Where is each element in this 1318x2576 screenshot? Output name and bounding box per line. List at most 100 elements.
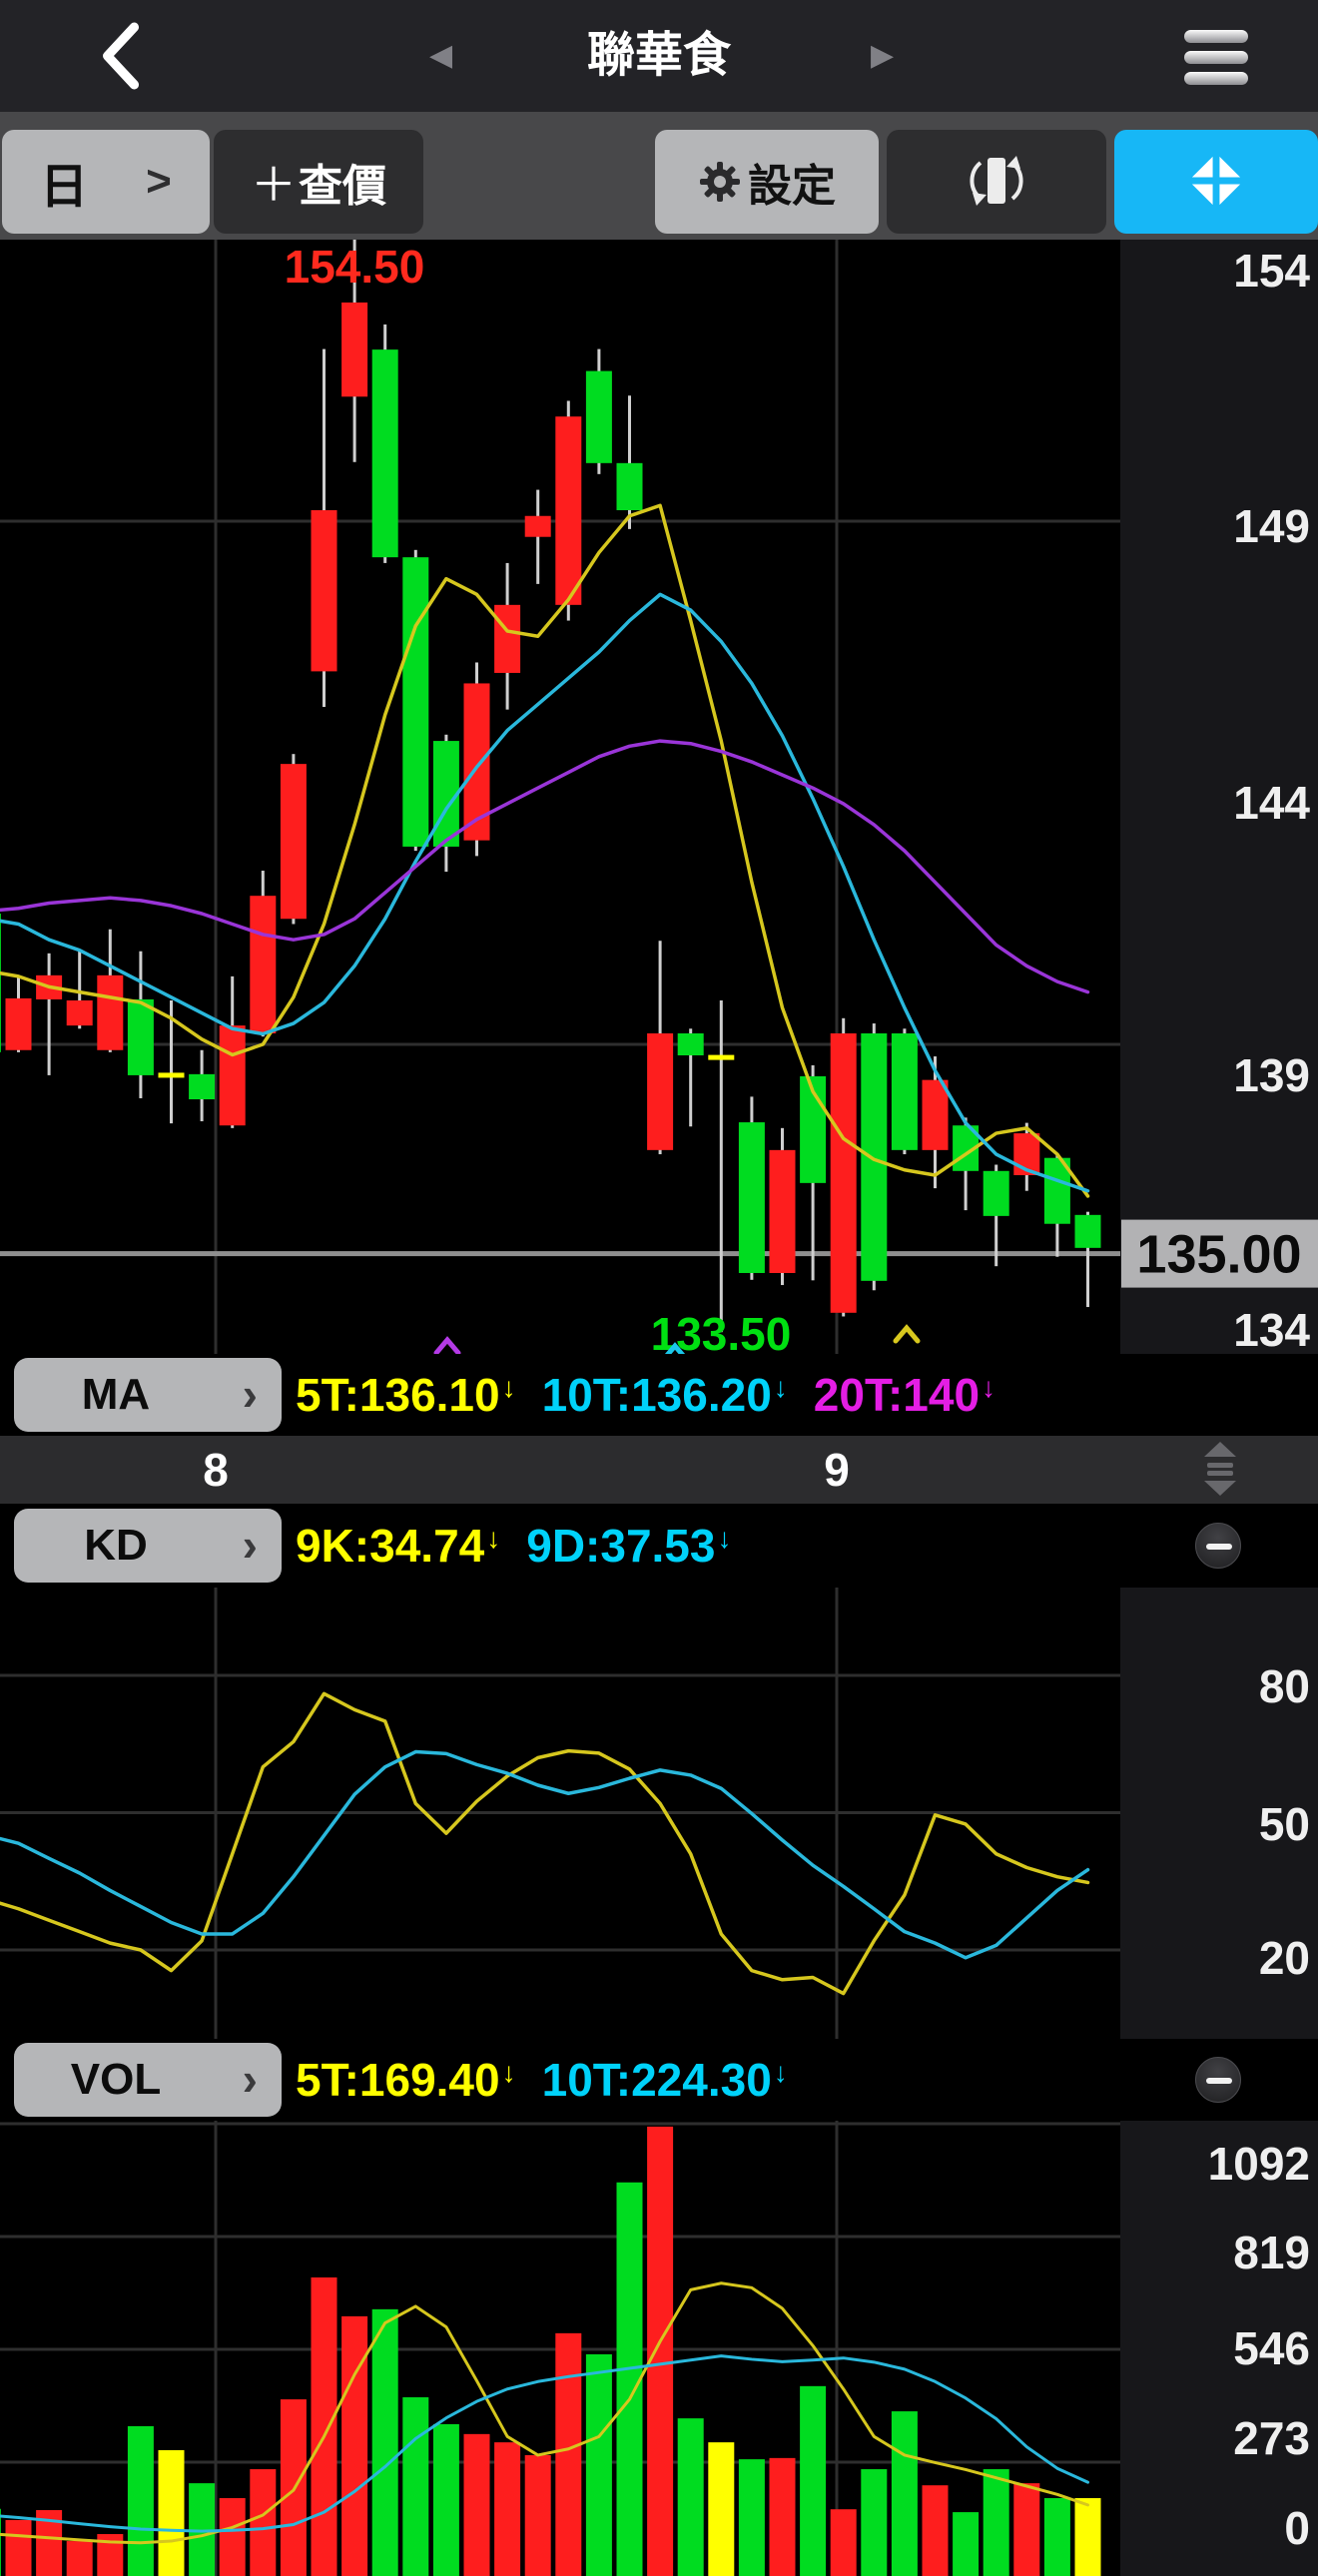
axis-tick-label: 144 xyxy=(1233,777,1310,829)
candle-body xyxy=(66,999,93,1026)
caret-marker xyxy=(893,1324,921,1344)
volume-bar xyxy=(708,2442,735,2576)
period-button[interactable]: 日 > xyxy=(2,130,210,234)
rotate-screen-button[interactable] xyxy=(887,130,1106,234)
gridline-horizontal xyxy=(0,1673,1120,1677)
volume-bar xyxy=(1043,2498,1070,2576)
back-chevron-icon xyxy=(95,22,145,94)
trend-down-icon: ↓ xyxy=(773,1372,788,1403)
axis-tick-label: 273 xyxy=(1233,2412,1310,2464)
vol-collapse-button[interactable] xyxy=(1195,2057,1241,2103)
candle-body xyxy=(494,604,521,673)
volume-bar xyxy=(1074,2498,1101,2576)
gridline-horizontal xyxy=(0,1811,1120,1814)
candle-body xyxy=(311,509,337,672)
next-symbol-button[interactable]: ▶ xyxy=(871,0,894,112)
time-axis-row[interactable]: 89 xyxy=(0,1436,1318,1504)
candle-body xyxy=(677,1032,704,1056)
vol-button[interactable]: VOL › xyxy=(14,2043,282,2117)
indicator-value: 10T:136.20↓ xyxy=(541,1369,788,1421)
candle-body xyxy=(280,764,307,920)
candle-body xyxy=(127,998,154,1075)
ma20-line xyxy=(0,739,1090,994)
chevron-right-icon: › xyxy=(242,1519,258,1571)
high-price-label: 154.50 xyxy=(285,241,425,293)
add-quote-button[interactable]: ＋ 查價 xyxy=(214,130,423,234)
candle-body xyxy=(647,1032,674,1150)
candle-body xyxy=(189,1073,216,1100)
gridline-horizontal xyxy=(0,1042,1120,1046)
volume-bar xyxy=(983,2469,1009,2576)
vol-button-label: VOL xyxy=(70,2055,162,2104)
current-price-line xyxy=(0,1251,1120,1257)
indicator-value: 5T:136.10↓ xyxy=(296,1369,516,1421)
ma-values: 5T:136.10↓ 10T:136.20↓ 20T:140↓ xyxy=(296,1354,1128,1436)
current-price-tag-text: 135.00 xyxy=(1136,1225,1301,1285)
volume-bar xyxy=(891,2411,918,2576)
candle-body xyxy=(1074,1214,1101,1248)
month-label: 9 xyxy=(824,1444,850,1496)
vol-indicator-row: VOL › 5T:169.40↓ 10T:224.30↓ xyxy=(0,2039,1318,2121)
ma-button[interactable]: MA › xyxy=(14,1358,282,1432)
indicator-value: 10T:224.30↓ xyxy=(541,2054,788,2106)
volume-bar xyxy=(922,2485,949,2576)
back-button[interactable] xyxy=(88,20,152,94)
candle-doji-dash xyxy=(708,1054,735,1060)
candle-body xyxy=(861,1032,888,1281)
volume-bar xyxy=(585,2353,612,2576)
axis-tick-label: 50 xyxy=(1259,1798,1310,1850)
volume-bar xyxy=(953,2512,980,2576)
trend-down-icon: ↓ xyxy=(486,1523,501,1554)
volume-bar xyxy=(127,2425,154,2576)
volume-bar xyxy=(402,2397,429,2576)
trend-down-icon: ↓ xyxy=(982,1372,996,1403)
candle-body xyxy=(0,914,1,1052)
indicator-value: 9D:37.53↓ xyxy=(526,1520,732,1572)
candle-body xyxy=(97,974,124,1050)
rotate-screen-icon xyxy=(959,151,1034,214)
volume-chart[interactable]: 1092 819 546 273 0 xyxy=(0,2121,1318,2576)
candle-wick xyxy=(47,953,51,1075)
candle-body xyxy=(341,302,368,397)
period-label: 日 xyxy=(40,161,89,214)
trading-app: ◀ 聯華食 ▶ 日 > ＋ 查價 設定 154 149 144 139 134 … xyxy=(0,0,1318,2576)
axis-tick-label: 80 xyxy=(1259,1660,1310,1712)
menu-button[interactable] xyxy=(1184,30,1258,88)
chevron-right-icon: › xyxy=(242,2053,258,2105)
axis-tick-label: 819 xyxy=(1233,2227,1310,2278)
indicator-value: 5T:169.40↓ xyxy=(296,2054,516,2106)
kd-collapse-button[interactable] xyxy=(1195,1523,1241,1569)
indicator-value: 9K:34.74↓ xyxy=(296,1520,501,1572)
candle-body xyxy=(371,349,398,558)
zoom-scrubber-handle[interactable] xyxy=(1200,1440,1240,1503)
volume-bar xyxy=(432,2423,459,2576)
candle-wick xyxy=(719,999,723,1333)
volume-bar xyxy=(158,2449,185,2576)
gridline-horizontal xyxy=(0,2122,1120,2126)
expand-chart-button[interactable] xyxy=(1114,130,1318,234)
axis-tick-label: 1092 xyxy=(1208,2138,1310,2190)
price-chart[interactable]: 154149144139134154.50133.50135.00 xyxy=(0,240,1318,1354)
axis-tick-label: 139 xyxy=(1233,1049,1310,1101)
kd-chart[interactable]: 80 50 20 xyxy=(0,1588,1318,2039)
candle-body xyxy=(738,1122,765,1273)
volume-bar xyxy=(555,2332,582,2576)
minus-icon xyxy=(1206,2078,1232,2084)
gear-icon xyxy=(698,157,742,207)
volume-bar xyxy=(66,2541,93,2576)
settings-button[interactable]: 設定 xyxy=(655,130,879,234)
drag-handle-icon xyxy=(1200,1442,1240,1502)
candle-body xyxy=(769,1149,796,1273)
kd-button[interactable]: KD › xyxy=(14,1509,282,1583)
gridline-vertical xyxy=(214,240,218,1354)
volume-bar xyxy=(524,2454,551,2576)
kd-values: 9K:34.74↓ 9D:37.53↓ xyxy=(296,1504,1128,1588)
settings-label: 設定 xyxy=(748,162,836,211)
candle-body xyxy=(402,557,429,847)
volume-bar xyxy=(861,2469,888,2576)
candle-body xyxy=(555,416,582,605)
prev-symbol-button[interactable]: ◀ xyxy=(429,0,452,112)
candle-body xyxy=(524,515,551,537)
candle-body xyxy=(616,462,643,510)
caret-marker xyxy=(433,1336,461,1354)
